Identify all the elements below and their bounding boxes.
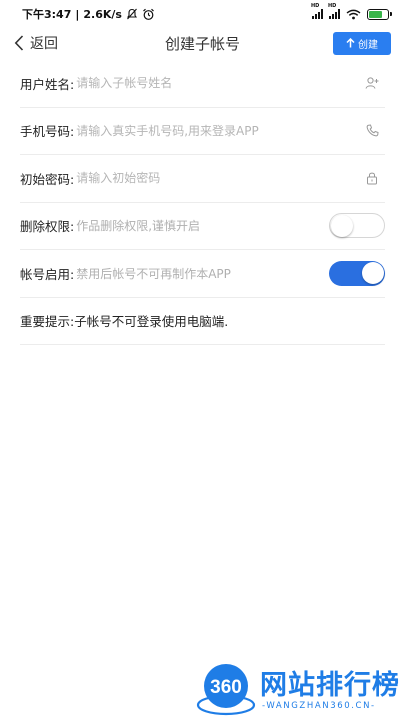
- delete-permission-row: 删除权限: 作品删除权限,谨慎开启: [20, 203, 385, 250]
- toggle-knob: [331, 214, 353, 237]
- add-user-icon: [362, 73, 382, 93]
- password-field-wrap: [76, 171, 362, 186]
- delete-permission-toggle[interactable]: [329, 213, 385, 239]
- phone-row: 手机号码:: [20, 108, 385, 155]
- account-enable-toggle[interactable]: [329, 260, 385, 286]
- back-label: 返回: [30, 36, 58, 52]
- signal-icon-2: HD: [328, 3, 340, 19]
- phone-label: 手机号码:: [20, 124, 75, 140]
- battery-level: [369, 10, 382, 18]
- password-input[interactable]: [76, 171, 362, 186]
- wifi-icon: [346, 9, 361, 19]
- lock-icon: [362, 168, 382, 188]
- status-left: 下午3:47 | 2.6K/s: [22, 6, 155, 22]
- chevron-left-icon: [14, 35, 24, 51]
- phone-input[interactable]: [76, 123, 362, 138]
- name-input[interactable]: [76, 76, 362, 91]
- phone-icon: [362, 121, 382, 141]
- watermark-logo: 360: [196, 664, 256, 716]
- status-speed: 2.6K/s: [83, 7, 122, 21]
- account-form: 用户姓名: 手机号码: 初始密码:: [0, 60, 405, 345]
- battery-icon: [367, 8, 392, 20]
- status-bar: 下午3:47 | 2.6K/s HD HD: [0, 0, 405, 28]
- create-label: 创建: [358, 39, 378, 51]
- create-button[interactable]: 创建: [333, 31, 391, 55]
- name-label: 用户姓名:: [20, 76, 75, 92]
- status-time: 下午3:47: [22, 8, 72, 21]
- status-right: HD HD: [311, 3, 392, 20]
- toggle-knob: [361, 261, 384, 284]
- alarm-icon: [143, 8, 154, 20]
- mute-icon: [126, 8, 138, 20]
- status-divider: |: [75, 7, 80, 21]
- nav-bar: 返回 创建子帐号 创建: [0, 28, 405, 58]
- signal-icon: HD: [311, 3, 323, 19]
- account-enable-label: 帐号启用:: [20, 266, 75, 282]
- name-row: 用户姓名:: [20, 60, 385, 108]
- account-enable-row: 帐号启用: 禁用后帐号不可再制作本APP: [20, 250, 385, 298]
- name-field-wrap: [76, 76, 362, 91]
- important-notice: 重要提示:子帐号不可登录使用电脑端.: [20, 314, 229, 330]
- notice-row: 重要提示:子帐号不可登录使用电脑端.: [20, 298, 385, 345]
- password-row: 初始密码:: [20, 155, 385, 203]
- account-enable-hint: 禁用后帐号不可再制作本APP: [76, 266, 231, 281]
- watermark-site-name: 网站排行榜: [260, 670, 400, 701]
- watermark-logo-text: 360: [210, 677, 242, 698]
- password-label: 初始密码:: [20, 171, 75, 187]
- watermark-url: -WANGZHAN360.CN-: [262, 701, 376, 711]
- watermark: 360 网站排行榜 -WANGZHAN360.CN-: [195, 655, 405, 720]
- arrow-up-icon: [346, 38, 355, 48]
- delete-permission-hint: 作品删除权限,谨慎开启: [76, 219, 201, 234]
- back-button[interactable]: 返回: [14, 33, 58, 53]
- delete-permission-label: 删除权限:: [20, 219, 75, 235]
- phone-field-wrap: [76, 123, 362, 138]
